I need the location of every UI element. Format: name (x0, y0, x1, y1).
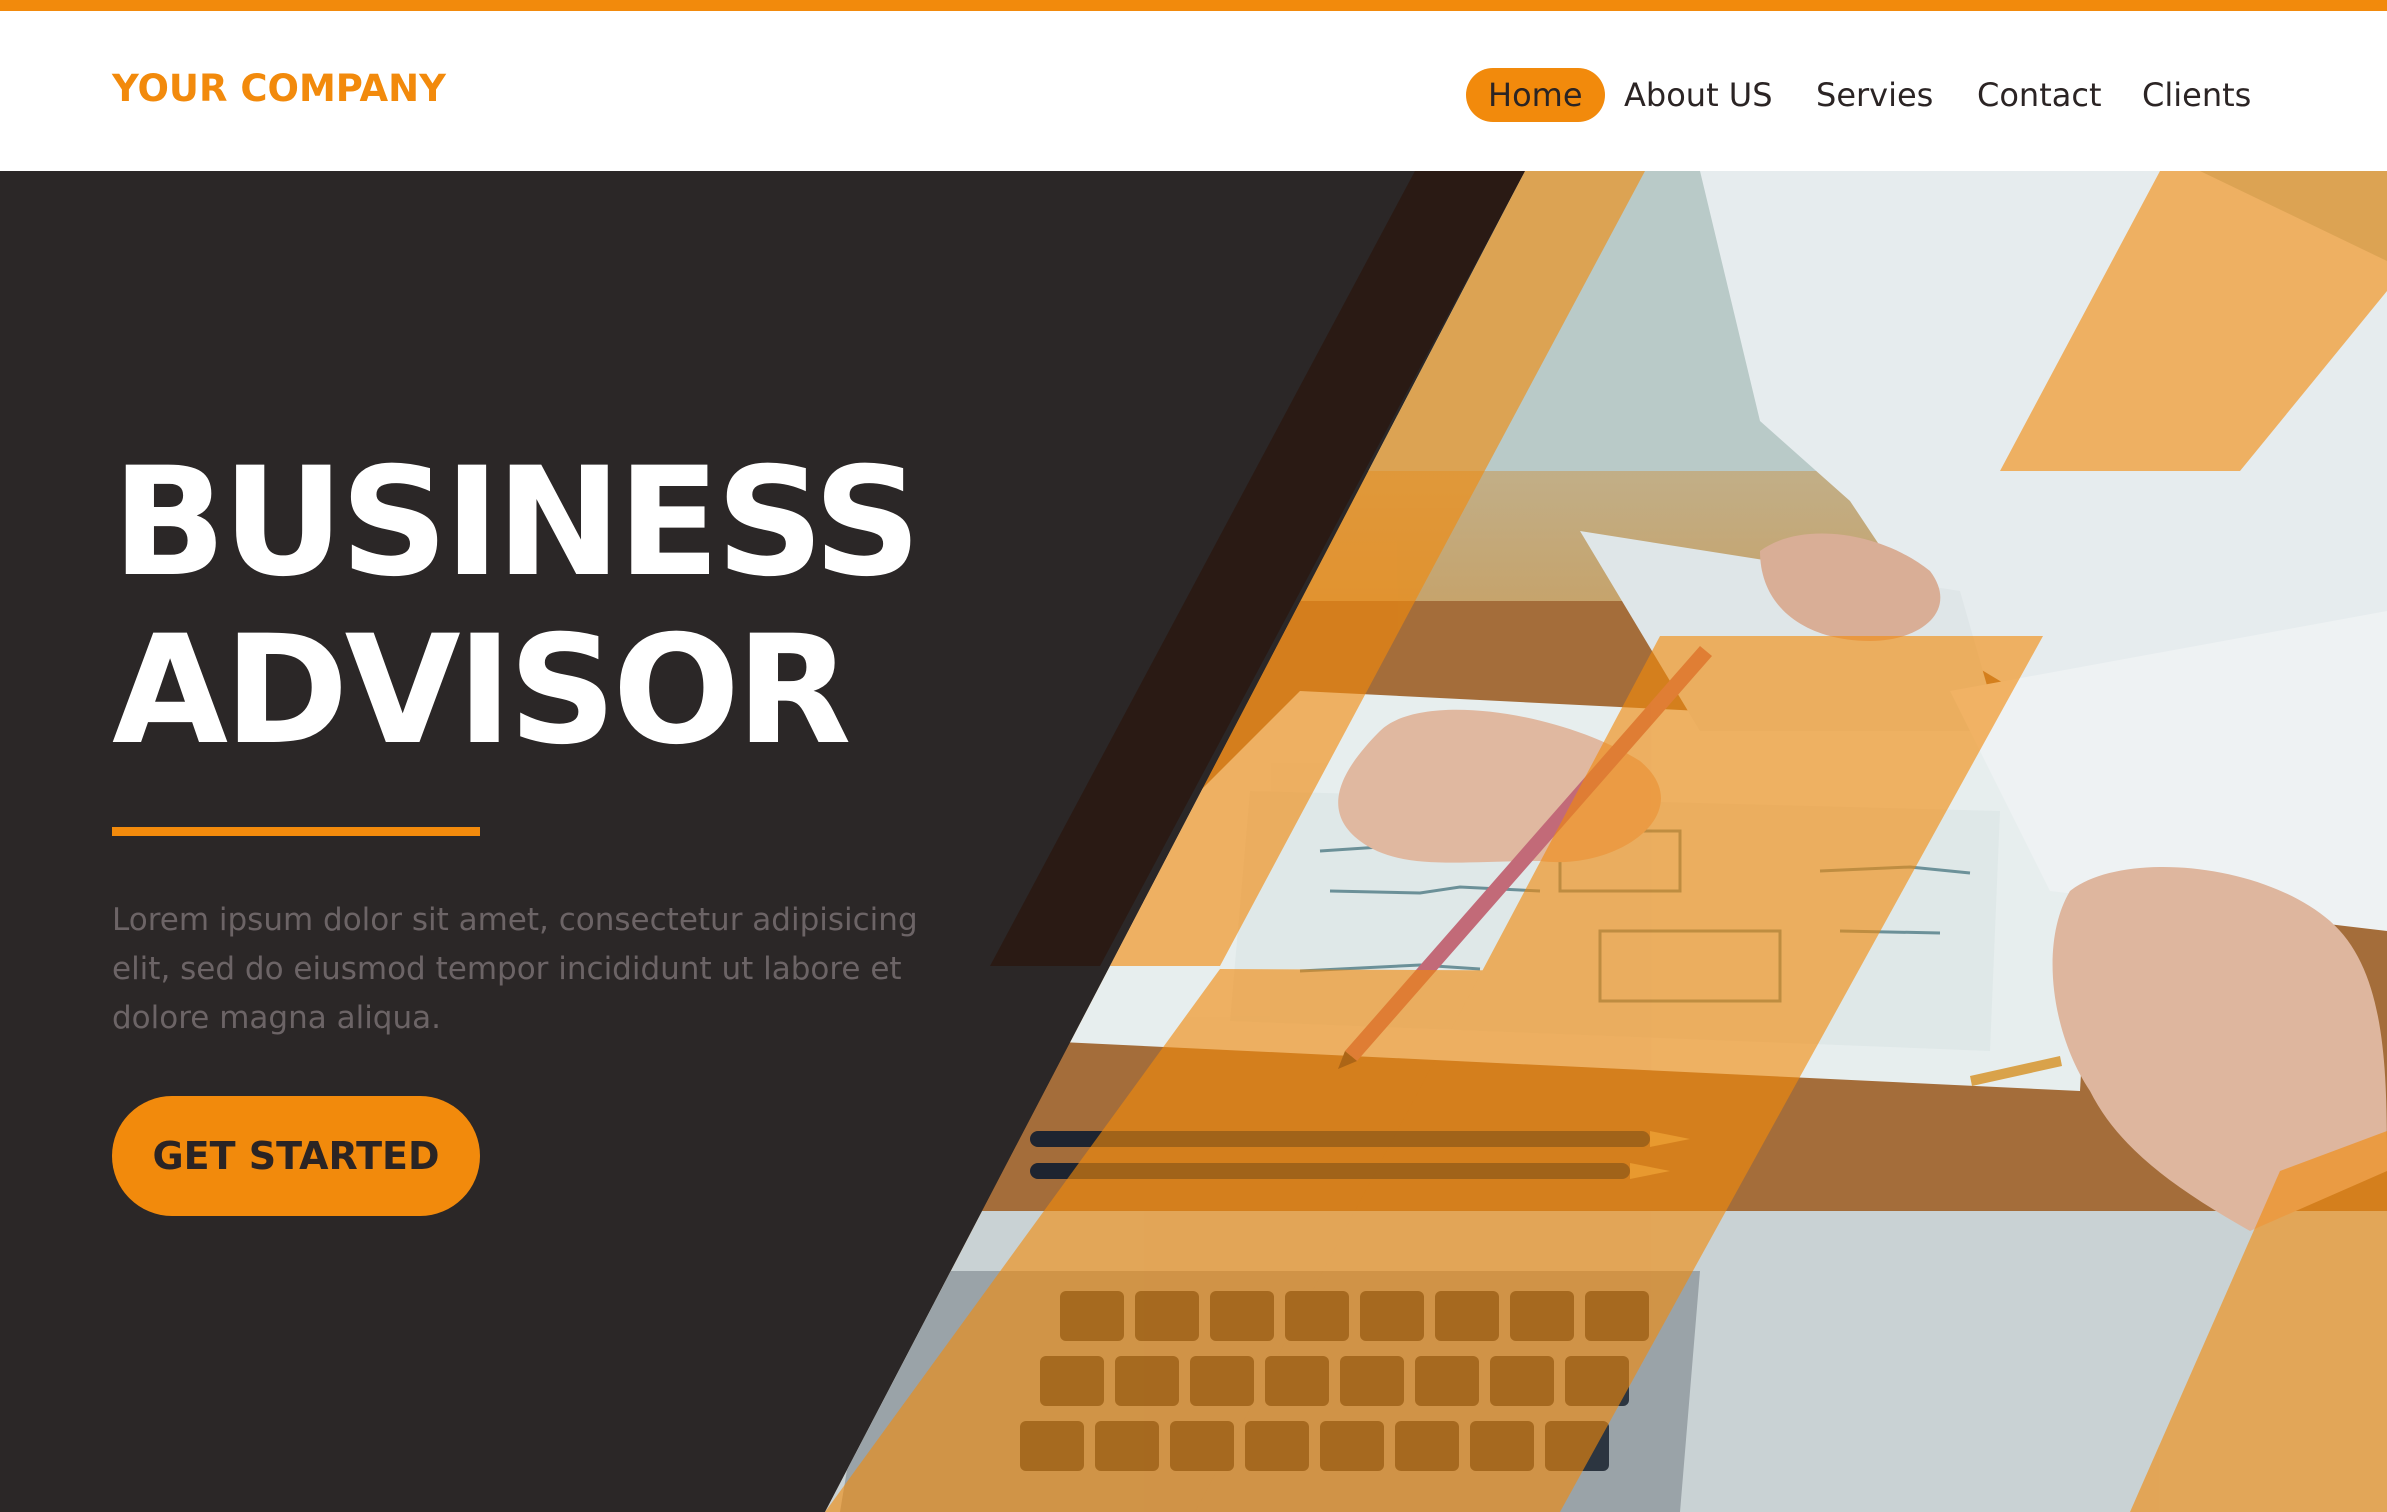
get-started-button[interactable]: GET STARTED (112, 1096, 480, 1216)
hero-photo-collage (825, 171, 2387, 1512)
nav-services[interactable]: Servies (1816, 68, 1933, 122)
hero-description: Lorem ipsum dolor sit amet, consectetur … (112, 902, 918, 1036)
main-nav: Home About US Servies Contact Clients (0, 68, 2387, 124)
nav-home[interactable]: Home (1466, 68, 1605, 122)
hero-title: BUSINESS ADVISOR (112, 436, 921, 778)
nav-contact[interactable]: Contact (1977, 68, 2102, 122)
top-accent-bar (0, 0, 2387, 11)
hero-title-line-1: BUSINESS (112, 436, 921, 610)
title-underline (112, 827, 480, 836)
site-header: YOUR COMPANY Home About US Servies Conta… (0, 11, 2387, 171)
nav-clients[interactable]: Clients (2142, 68, 2251, 122)
business-meeting-photo (825, 171, 2387, 1512)
hero-title-line-2: ADVISOR (112, 604, 852, 778)
nav-about-us[interactable]: About US (1624, 68, 1773, 122)
hero-section: BUSINESS ADVISOR Lorem ipsum dolor sit a… (0, 171, 2387, 1512)
